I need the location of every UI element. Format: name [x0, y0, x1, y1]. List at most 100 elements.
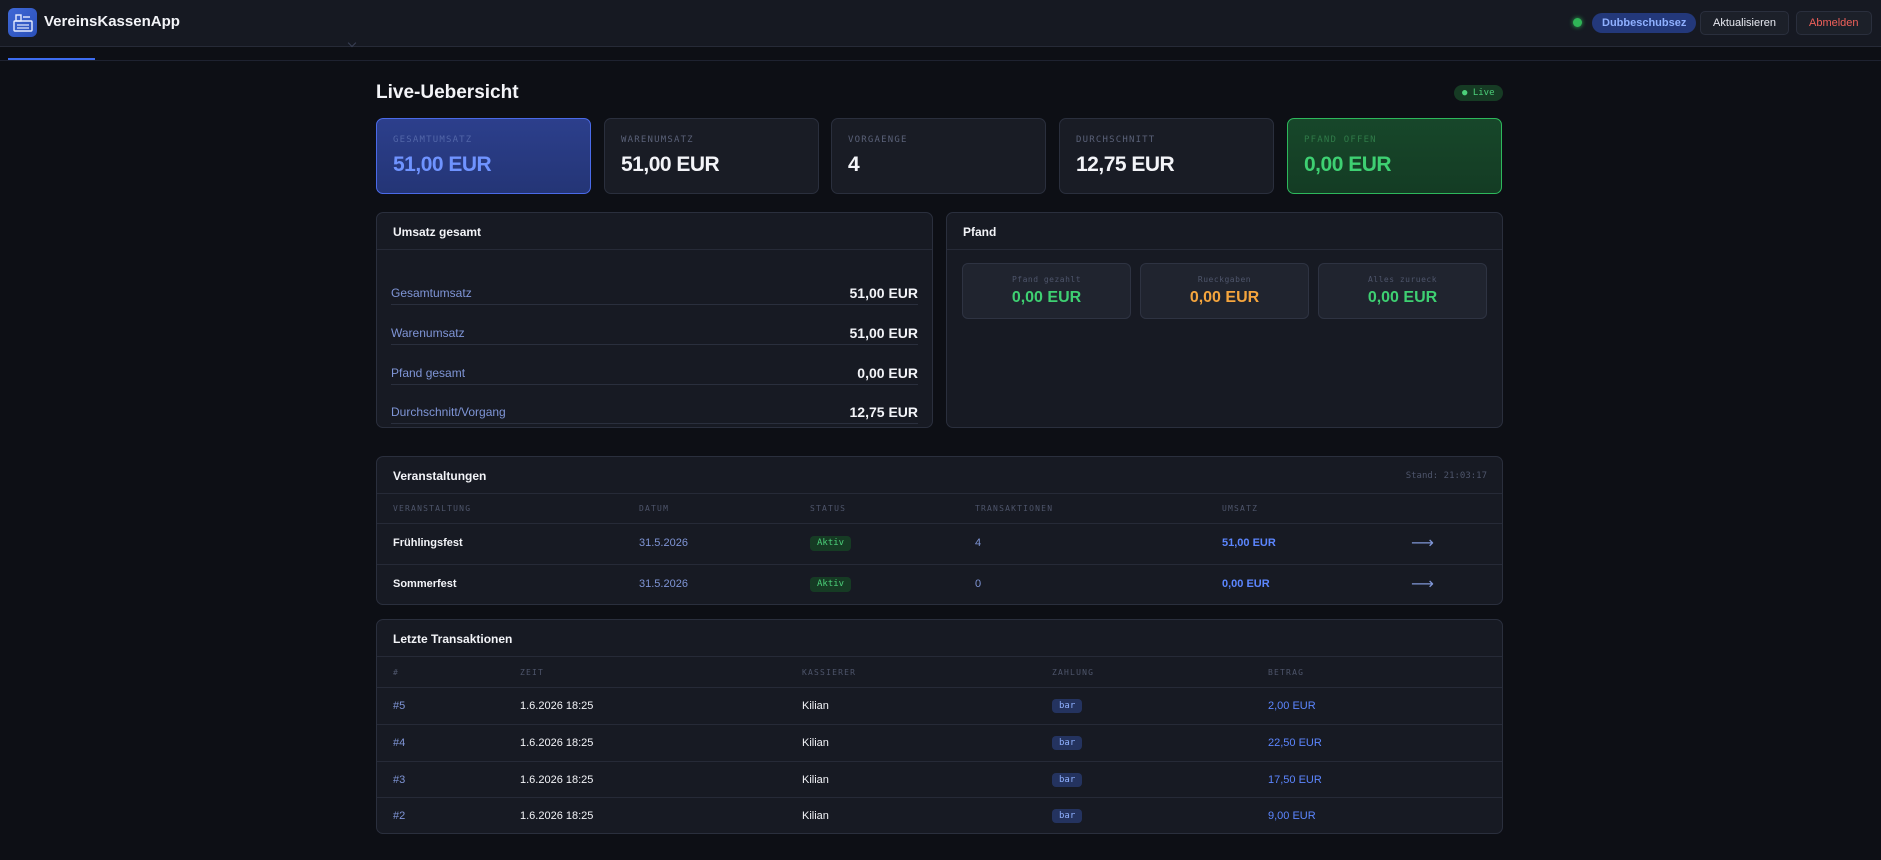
- kpi-label: Warenumsatz: [621, 135, 694, 145]
- kpi-label: Pfand offen: [1304, 135, 1377, 145]
- user-badge[interactable]: Dubbeschubsez: [1592, 13, 1697, 33]
- tab-bar-divider: [0, 60, 1881, 61]
- status-badge: Aktiv: [810, 536, 852, 551]
- summary-row: Gesamtumsatz 51,00 EUR: [391, 265, 918, 305]
- transaction-cashier: Kilian: [802, 774, 829, 786]
- kpi-label: Gesamtumsatz: [393, 135, 473, 145]
- app-title: VereinsKassenApp: [44, 13, 180, 30]
- deposit-value: 0,00 EUR: [1011, 289, 1082, 306]
- column-header-transactions[interactable]: Transaktionen: [975, 504, 1053, 513]
- app-logo-icon[interactable]: [8, 8, 37, 37]
- logout-button[interactable]: Abmelden: [1796, 11, 1872, 35]
- transactions-panel: Letzte Transaktionen # Zeit Kassierer Za…: [376, 619, 1503, 834]
- deposit-panel: Pfand Pfand gezahlt 0,00 EUR Rueckgaben …: [946, 212, 1503, 428]
- transaction-id: #5: [393, 700, 406, 712]
- deposit-label: Pfand gezahlt: [1011, 275, 1082, 284]
- column-header-time[interactable]: Zeit: [520, 668, 544, 677]
- panel-title: Veranstaltungen: [393, 469, 487, 483]
- column-header-payment[interactable]: Zahlung: [1052, 668, 1094, 677]
- status-badge: Aktiv: [810, 577, 852, 592]
- event-revenue: 51,00 EUR: [1222, 537, 1276, 549]
- payment-badge: bar: [1052, 773, 1083, 787]
- kpi-value: 51,00 EUR: [393, 153, 492, 176]
- page-title: Live-Uebersicht: [376, 82, 519, 103]
- column-header-amount[interactable]: Betrag: [1268, 668, 1304, 677]
- event-date: 31.5.2026: [639, 578, 688, 590]
- panel-title: Letzte Transaktionen: [393, 632, 513, 646]
- column-header-date[interactable]: Datum: [639, 504, 669, 513]
- transaction-time: 1.6.2026 18:25: [520, 774, 594, 786]
- summary-row: Durchschnitt/Vorgang 12,75 EUR: [391, 384, 918, 424]
- panel-header: Letzte Transaktionen: [377, 620, 1502, 657]
- kpi-card-warenumsatz: Warenumsatz 51,00 EUR: [604, 118, 819, 194]
- kpi-card-durchschnitt: Durchschnitt 12,75 EUR: [1059, 118, 1274, 194]
- connection-status-indicator: [1573, 18, 1582, 27]
- deposit-value: 0,00 EUR: [1189, 289, 1260, 306]
- transaction-id: #3: [393, 774, 406, 786]
- transaction-amount: 2,00 EUR: [1268, 700, 1316, 712]
- summary-value: 51,00 EUR: [849, 285, 918, 301]
- table-row[interactable]: Sommerfest 31.5.2026 Aktiv 0 0,00 EUR ⟶: [377, 564, 1502, 605]
- top-bar: VereinsKassenApp Dubbeschubsez Aktualisi…: [0, 0, 1881, 47]
- deposit-paid-box: Pfand gezahlt 0,00 EUR: [962, 263, 1131, 319]
- event-date: 31.5.2026: [639, 537, 688, 549]
- refresh-button[interactable]: Aktualisieren: [1700, 11, 1789, 35]
- panel-title: Pfand: [963, 225, 997, 239]
- payment-badge: bar: [1052, 736, 1083, 750]
- table-row[interactable]: #2 1.6.2026 18:25 Kilian bar 9,00 EUR: [377, 797, 1502, 834]
- payment-badge: bar: [1052, 809, 1083, 823]
- active-tab-indicator: [8, 58, 95, 60]
- deposit-label: Rueckgaben: [1197, 275, 1252, 284]
- kpi-card-gesamtumsatz: Gesamtumsatz 51,00 EUR: [376, 118, 591, 194]
- deposit-all-returned-box: Alles zurueck 0,00 EUR: [1318, 263, 1487, 319]
- transaction-id: #2: [393, 810, 406, 822]
- table-row[interactable]: Frühlingsfest 31.5.2026 Aktiv 4 51,00 EU…: [377, 523, 1502, 564]
- cash-register-icon: [12, 13, 33, 32]
- transaction-time: 1.6.2026 18:25: [520, 737, 594, 749]
- payment-badge: bar: [1052, 699, 1083, 713]
- transaction-cashier: Kilian: [802, 737, 829, 749]
- deposit-label: Alles zurueck: [1367, 275, 1438, 284]
- summary-label: Durchschnitt/Vorgang: [391, 405, 506, 419]
- kpi-value: 51,00 EUR: [621, 153, 720, 176]
- arrow-right-icon[interactable]: ⟶: [1411, 574, 1434, 594]
- events-panel: Veranstaltungen Stand: 21:03:17 Veransta…: [376, 456, 1503, 605]
- summary-label: Warenumsatz: [391, 326, 465, 340]
- summary-value: 12,75 EUR: [849, 404, 918, 420]
- kpi-value: 4: [848, 153, 860, 176]
- column-header-status[interactable]: Status: [810, 504, 846, 513]
- arrow-right-icon[interactable]: ⟶: [1411, 533, 1434, 553]
- column-header-event[interactable]: Veranstaltung: [393, 504, 471, 513]
- table-row[interactable]: #4 1.6.2026 18:25 Kilian bar 22,50 EUR: [377, 724, 1502, 761]
- kpi-value: 0,00 EUR: [1304, 153, 1392, 176]
- live-badge: ● Live: [1454, 85, 1503, 101]
- transaction-amount: 22,50 EUR: [1268, 737, 1322, 749]
- summary-value: 51,00 EUR: [849, 325, 918, 341]
- summary-row: Warenumsatz 51,00 EUR: [391, 305, 918, 345]
- event-name: Frühlingsfest: [393, 537, 463, 549]
- transaction-cashier: Kilian: [802, 700, 829, 712]
- table-row[interactable]: #5 1.6.2026 18:25 Kilian bar 2,00 EUR: [377, 687, 1502, 724]
- kpi-value: 12,75 EUR: [1076, 153, 1175, 176]
- event-transactions: 4: [975, 537, 982, 549]
- transaction-cashier: Kilian: [802, 810, 829, 822]
- panel-header: Veranstaltungen Stand: 21:03:17: [377, 457, 1502, 494]
- transaction-time: 1.6.2026 18:25: [520, 700, 594, 712]
- revenue-panel: Umsatz gesamt Gesamtumsatz 51,00 EUR War…: [376, 212, 933, 428]
- event-transactions: 0: [975, 578, 982, 590]
- deposit-value: 0,00 EUR: [1367, 289, 1438, 306]
- column-header-cashier[interactable]: Kassierer: [802, 668, 856, 677]
- transaction-id: #4: [393, 737, 406, 749]
- last-updated-timestamp: Stand: 21:03:17: [1405, 471, 1487, 481]
- transaction-amount: 9,00 EUR: [1268, 810, 1316, 822]
- transaction-amount: 17,50 EUR: [1268, 774, 1322, 786]
- kpi-card-vorgaenge: Vorgaenge 4: [831, 118, 1046, 194]
- panel-title: Umsatz gesamt: [393, 225, 482, 239]
- event-name: Sommerfest: [393, 578, 457, 590]
- column-header-revenue[interactable]: Umsatz: [1222, 504, 1258, 513]
- column-header-id[interactable]: #: [393, 668, 399, 677]
- event-revenue: 0,00 EUR: [1222, 578, 1270, 590]
- kpi-label: Vorgaenge: [848, 135, 908, 145]
- table-row[interactable]: #3 1.6.2026 18:25 Kilian bar 17,50 EUR: [377, 761, 1502, 797]
- deposit-returns-box: Rueckgaben 0,00 EUR: [1140, 263, 1309, 319]
